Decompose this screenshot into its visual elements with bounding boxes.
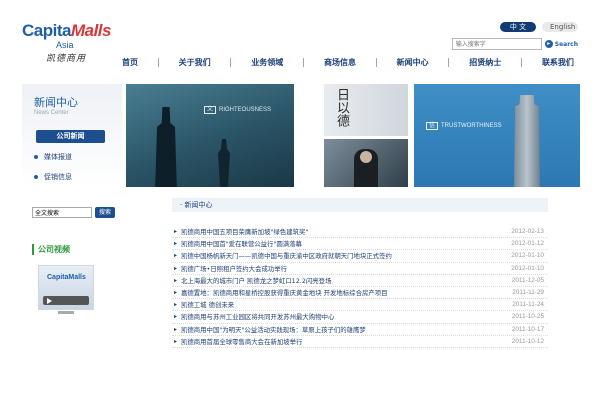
fulltext-search-button[interactable]: 搜索	[95, 207, 115, 218]
news-row[interactable]: ▸ 凯德商用首届全球零售商大会在新加坡举行 2011-10-12	[172, 336, 548, 348]
nav-item-home[interactable]: 首页	[118, 57, 142, 68]
news-row[interactable]: ▸ 凯德商用中国首"爱在联营公益行"圆满落幕 2012-01-12	[172, 238, 548, 251]
news-date: 2011-10-25	[511, 313, 544, 321]
sidebar-subtitle: News Center	[34, 110, 69, 116]
sidebar-item-promotions[interactable]: 促销信息	[34, 172, 72, 182]
bullet-icon: ▸	[174, 264, 178, 272]
news-title[interactable]: 凯德商用与苏州工业园区将共同开发苏州最大购物中心	[181, 311, 461, 323]
nav-divider	[375, 58, 377, 67]
news-title[interactable]: 凯德商用首届全球零售商大会在新加坡举行	[181, 336, 461, 348]
sidebar-item-company-news[interactable]: 公司新闻	[36, 130, 105, 143]
nav-item-about[interactable]: 关于我们	[175, 57, 215, 68]
nav-divider	[157, 58, 159, 67]
main-nav: 首页 关于我们 业务领域 商场信息 新闻中心 招贤纳士 联系我们	[118, 57, 578, 68]
banner-image-trustworthiness: 信 TRUSTWORTHINESS	[414, 84, 580, 187]
calligraphy-text: 日以德	[334, 88, 349, 127]
bullet-icon: ▸	[174, 228, 178, 235]
nav-item-careers[interactable]: 招贤纳士	[465, 57, 505, 68]
tower-silhouette	[155, 107, 177, 187]
banner-image-calligraphy: 日以德	[324, 84, 408, 136]
bullet-icon: ▸	[174, 325, 178, 333]
search-input[interactable]	[451, 38, 542, 50]
play-icon[interactable]	[43, 296, 89, 305]
lang-english-button[interactable]: English	[542, 22, 578, 32]
video-section-title: 公司视频	[32, 244, 70, 255]
statue-silhouette	[218, 139, 230, 187]
nav-item-malls[interactable]: 商场信息	[320, 57, 360, 68]
banner-image-person	[324, 139, 408, 187]
language-switch: 中 文 English	[500, 22, 578, 32]
news-title[interactable]: 凯德商用中国"为明天"公益活动实践现场：草原上孩子们的雄鹰梦	[181, 324, 461, 336]
logo-cn-name: 凯德商用	[46, 54, 87, 64]
sidebar-item-media[interactable]: 媒体报道	[34, 152, 72, 162]
person-face	[360, 151, 372, 163]
monitor-stand	[58, 311, 74, 314]
news-title[interactable]: 嘉德置地：凯德商用和星桥控股获得重庆黄金地块 开发地标综合房产项目	[181, 287, 461, 299]
bullet-icon: ▸	[174, 313, 178, 321]
news-row[interactable]: ▸ 凯德商用中国五项目荣膺新加坡"绿色建筑奖" 2012-02-13	[172, 226, 548, 239]
news-date: 2011-10-12	[511, 337, 544, 345]
nav-divider	[521, 58, 523, 67]
fulltext-search-input[interactable]	[32, 207, 92, 218]
bullet-icon: ▸	[174, 288, 178, 296]
news-date: 2012-02-13	[511, 228, 544, 235]
bullet-icon: ▸	[174, 240, 178, 248]
lang-chinese-button[interactable]: 中 文	[500, 22, 536, 32]
nav-item-contact[interactable]: 联系我们	[538, 57, 578, 68]
nav-item-news[interactable]: 新闻中心	[393, 57, 433, 68]
search-button-label: Search	[554, 40, 578, 48]
news-row[interactable]: ▸ 凯德广场•日照租户签约大会成功举行 2012-01-10	[172, 263, 548, 275]
nav-divider	[448, 58, 450, 67]
news-date: 2011-12-05	[511, 276, 544, 284]
sidebar-title: 新闻中心	[34, 96, 78, 109]
search-icon: ▸	[544, 40, 553, 48]
news-date: 2012-01-10	[511, 252, 544, 260]
news-row[interactable]: ▸ 凯德商用与苏州工业园区将共同开发苏州最大购物中心 2011-10-25	[172, 311, 548, 324]
bullet-icon: ▸	[174, 337, 178, 345]
sidebar-item-label: 媒体报道	[44, 153, 72, 161]
site-search: 搜索	[32, 207, 115, 218]
bullet-icon: ▸	[174, 252, 178, 260]
news-title[interactable]: 凯德广场•日照租户签约大会成功举行	[181, 263, 461, 275]
news-date: 2011-11-24	[512, 301, 544, 309]
news-title[interactable]: 北上海最大的城市门户 凯德龙之梦虹口12.2闪亮登场	[181, 275, 461, 287]
capitamalls-logo[interactable]: CapitaMalls Asia 凯德商用	[22, 21, 112, 74]
news-title[interactable]: 凯德工城 德创未来	[181, 299, 461, 311]
news-date: 2011-10-17	[511, 325, 544, 333]
video-logo: CapitaMalls	[47, 274, 86, 281]
bullet-icon: ▸	[174, 301, 178, 309]
news-row[interactable]: ▸ 凯德中国杨帆新天门——凯德中国与重庆渝中区政府就朝天门地块正式签约 2012-0…	[172, 250, 548, 263]
sidebar-item-label: 促销信息	[44, 173, 72, 181]
nav-item-business[interactable]: 业务领域	[247, 57, 287, 68]
news-title[interactable]: 凯德商用中国五项目荣膺新加坡"绿色建筑奖"	[181, 226, 461, 238]
news-list: ▸ 凯德商用中国五项目荣膺新加坡"绿色建筑奖" 2012-02-13 ▸ 凯德商用中国…	[172, 226, 548, 348]
skyscraper-silhouette	[514, 95, 540, 187]
banner-image-righteousness: 义 RIGHTEOUSNESS	[126, 84, 294, 187]
video-thumbnail[interactable]: CapitaMalls	[38, 265, 94, 310]
banner-caption-2: 信 TRUSTWORTHINESS	[426, 120, 502, 130]
news-date: 2012-01-12	[511, 240, 544, 248]
bullet-icon: ▸	[174, 276, 178, 284]
top-search: ▸ Search	[451, 38, 578, 50]
news-date: 2012-01-10	[511, 264, 544, 272]
search-button[interactable]: ▸ Search	[544, 40, 578, 48]
news-row[interactable]: ▸ 嘉德置地：凯德商用和星桥控股获得重庆黄金地块 开发地标综合房产项目 2011-1…	[172, 287, 548, 300]
hero-banner: 义 RIGHTEOUSNESS 日以德 信 TRUSTWORTHINESS	[126, 84, 580, 187]
news-date: 2011-11-29	[512, 288, 544, 296]
logo-wordmark: CapitaMalls	[22, 21, 112, 40]
news-title[interactable]: 凯德商用中国首"爱在联营公益行"圆满落幕	[181, 238, 461, 250]
logo-region: Asia	[56, 40, 74, 50]
news-section-header: · 新闻中心	[172, 198, 548, 212]
banner-caption-1: 义 RIGHTEOUSNESS	[204, 104, 271, 114]
news-row[interactable]: ▸ 凯德商用中国"为明天"公益活动实践现场：草原上孩子们的雄鹰梦 2011-10-1…	[172, 324, 548, 336]
nav-divider	[230, 58, 232, 67]
bullet-icon	[34, 175, 38, 179]
nav-divider	[303, 58, 305, 67]
news-title[interactable]: 凯德中国杨帆新天门——凯德中国与重庆渝中区政府就朝天门地块正式签约	[181, 250, 461, 262]
bullet-icon	[34, 155, 38, 159]
news-row[interactable]: ▸ 凯德工城 德创未来 2011-11-24	[172, 299, 548, 312]
news-row[interactable]: ▸ 北上海最大的城市门户 凯德龙之梦虹口12.2闪亮登场 2011-12-05	[172, 275, 548, 287]
